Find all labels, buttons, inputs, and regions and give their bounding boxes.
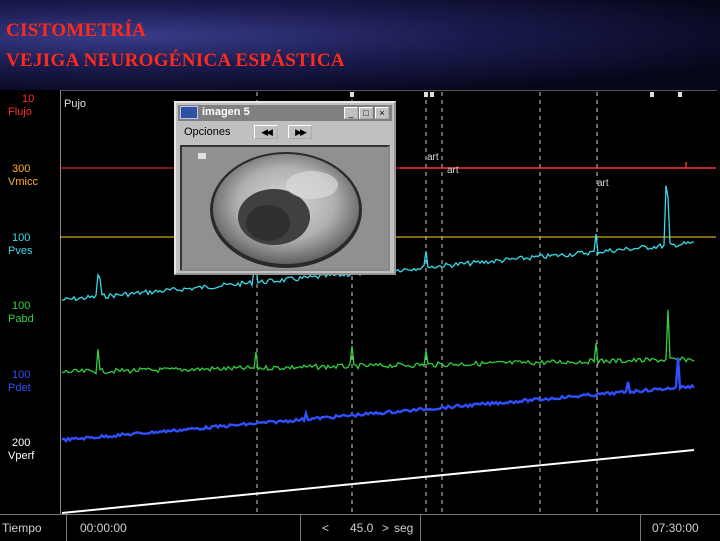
event-tick <box>678 92 682 97</box>
event-label-pujo: Pujo <box>64 98 87 110</box>
pdet-trace <box>61 357 695 444</box>
close-button[interactable]: × <box>375 107 389 119</box>
pabd-trace <box>61 309 695 375</box>
minimize-button[interactable]: _ <box>344 107 358 119</box>
next-image-button[interactable]: ▶▶ <box>288 125 312 139</box>
artifact-label: art <box>447 165 459 176</box>
divider <box>420 515 421 541</box>
artifact-label: art <box>597 178 609 189</box>
app-icon <box>180 106 198 119</box>
time-axis-label: Tiempo <box>2 521 42 535</box>
time-status-bar: Tiempo 00:00:00 < 45.0 > seg 07:30:00 <box>0 514 720 541</box>
window-menubar: Opciones ◀◀ ▶▶ <box>178 123 392 141</box>
divider <box>66 515 67 541</box>
bladder-image <box>182 147 388 269</box>
fluoroscopy-image <box>180 145 390 271</box>
end-time: 07:30:00 <box>652 521 699 535</box>
scroll-left-button[interactable]: < <box>322 521 329 535</box>
window-title: imagen 5 <box>202 106 250 118</box>
image-viewer-window[interactable]: imagen 5 _ □ × Opciones ◀◀ ▶▶ <box>174 101 396 275</box>
time-window-unit: seg <box>394 521 414 535</box>
maximize-button[interactable]: □ <box>359 107 373 119</box>
start-time: 00:00:00 <box>80 521 127 535</box>
event-tick <box>350 92 354 97</box>
divider <box>300 515 301 541</box>
event-tick <box>424 92 428 97</box>
artifact-label: art <box>427 152 439 163</box>
prev-image-button[interactable]: ◀◀ <box>254 125 278 139</box>
window-titlebar[interactable]: imagen 5 _ □ × <box>178 105 392 121</box>
divider <box>640 515 641 541</box>
time-window-value[interactable]: 45.0 <box>350 521 373 535</box>
menu-opciones[interactable]: Opciones <box>184 126 230 138</box>
event-tick <box>650 92 654 97</box>
vperf-trace <box>61 449 695 514</box>
scroll-right-button[interactable]: > <box>382 521 389 535</box>
event-tick <box>430 92 434 97</box>
